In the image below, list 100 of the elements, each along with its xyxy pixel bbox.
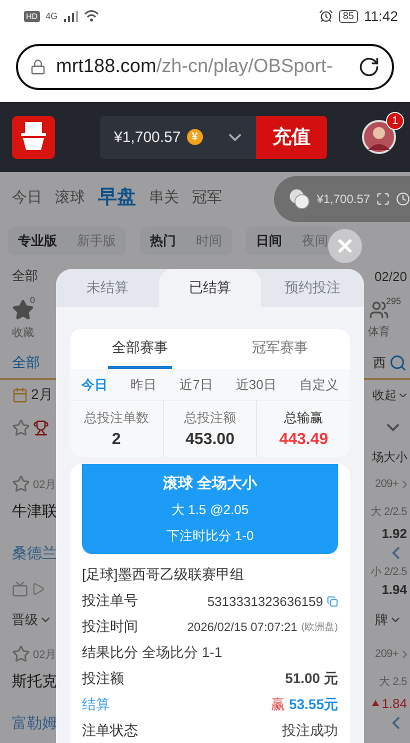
period-tab[interactable]: 昨日 [126, 374, 161, 396]
hd-label: HD [24, 10, 40, 22]
search-icon [389, 354, 407, 372]
odds-line: 小 2/2.5 [370, 564, 407, 578]
summary-value: 453.00 [186, 431, 234, 449]
field-label: 注单状态 [82, 722, 138, 740]
close-icon [337, 238, 353, 254]
market-count[interactable]: 209+ [375, 478, 399, 490]
favorites-label[interactable]: 收藏 [12, 325, 34, 340]
chevron-right-icon [402, 650, 407, 658]
collapse-label[interactable]: 收起 [372, 386, 396, 404]
close-button[interactable] [328, 229, 362, 263]
dialog-tab[interactable]: 已结算 [158, 269, 262, 307]
filter-dropdown[interactable]: 晋级 [12, 611, 38, 629]
summary-value: 2 [112, 431, 121, 449]
chevron-left-icon [392, 716, 400, 730]
copy-icon [327, 596, 338, 606]
field-label: 投注单号 [82, 592, 138, 610]
filter-label[interactable]: 全部 [12, 267, 38, 285]
market-count[interactable]: 209+ [375, 648, 399, 660]
odds-value[interactable]: 1.94 [382, 582, 407, 596]
match-date: 02月 [33, 648, 56, 662]
bet-status: 投注成功 [282, 722, 338, 740]
calendar-icon [12, 387, 28, 403]
chevron-icon [41, 617, 50, 623]
toggle-option[interactable]: 日间 [246, 232, 292, 250]
nav-tab[interactable]: 串关 [149, 188, 179, 206]
sport-label[interactable]: 体育 [368, 324, 390, 339]
category-tab[interactable]: 西 [373, 354, 386, 372]
lock-icon [30, 59, 46, 75]
odds-type: (欧洲盘) [301, 620, 338, 634]
wifi-icon [84, 10, 99, 22]
field-label: 投注时间 [82, 618, 138, 636]
league-name: [足球]墨西哥乙级联赛甲组 [82, 566, 244, 584]
toggle-option[interactable]: 专业版 [8, 232, 67, 250]
balance-display[interactable]: ¥1,700.57 ¥ [100, 116, 256, 158]
team-name[interactable]: 桑德兰 [12, 544, 57, 562]
star-icon [12, 645, 30, 663]
score-at-bet: 下注时比分 1-0 [166, 526, 254, 544]
filter-dropdown[interactable]: 牌 [375, 611, 388, 629]
dialog-tab[interactable]: 未结算 [56, 269, 159, 307]
chevron-left-icon [392, 546, 400, 560]
summary-value: 443.49 [279, 431, 328, 449]
sport-count: 295 [386, 296, 402, 306]
bet-odds: @2.05 [210, 502, 249, 517]
period-tab[interactable]: 今日 [78, 374, 112, 396]
bet-selection: 大 1.5 [171, 500, 206, 518]
field-label: 结算 [82, 696, 110, 714]
match-date: 02月 [33, 478, 56, 492]
favorite-count: 0 [30, 295, 36, 305]
alarm-icon [318, 9, 333, 23]
odds-value[interactable]: 1.92 [382, 526, 407, 540]
nav-tab[interactable]: 今日 [12, 188, 42, 206]
summary-label: 总投注单数 [84, 409, 149, 427]
team-name: 斯托克 [12, 672, 57, 690]
team-name: 牛津联 [12, 502, 57, 520]
up-arrow-icon [372, 700, 379, 706]
deposit-button[interactable]: 充值 [256, 116, 327, 158]
dialog-tab[interactable]: 预约投注 [261, 269, 364, 307]
play-icon [31, 582, 45, 596]
tv-icon [12, 581, 28, 597]
signal-icon [64, 10, 78, 22]
result-tag: 赢 [270, 696, 285, 714]
bet-market: 滚球 全场大小 [162, 474, 258, 492]
reload-icon[interactable] [358, 56, 380, 78]
star-icon [12, 475, 30, 493]
nav-tab[interactable]: 早盘 [98, 184, 136, 210]
caret-icon [399, 392, 407, 398]
logo-icon[interactable] [12, 116, 55, 158]
expand-icon[interactable] [376, 191, 390, 207]
month-label: 2月 [31, 386, 53, 404]
odds-value[interactable]: 1.84 [382, 696, 407, 710]
bet-number: 5313331323636159 [207, 594, 323, 608]
chevron-icon [391, 617, 400, 623]
nav-tab[interactable]: 冠军 [192, 188, 222, 206]
chevron-icon [386, 423, 400, 432]
field-label: 投注额 [82, 670, 124, 688]
field-label: 结果比分 [82, 644, 138, 662]
clock-icon[interactable] [396, 191, 410, 207]
network-label: 4G [46, 11, 58, 21]
payout-amount: 53.55元 [288, 696, 338, 714]
nav-tab[interactable]: 滚球 [55, 188, 85, 206]
period-tab[interactable]: 近7日 [176, 374, 217, 396]
category-tab[interactable]: 全部 [12, 354, 40, 372]
market-label: 场大小 [372, 449, 407, 466]
battery-level: 85 [338, 10, 358, 22]
period-tab[interactable]: 近30日 [232, 374, 280, 396]
odds-line: 大 2.5 [379, 674, 407, 688]
summary-label: 总输赢 [284, 409, 324, 427]
trophy-icon [33, 420, 49, 436]
address-field[interactable]: mrt188.com/zh-cn/play/OBSport- [16, 44, 394, 90]
star-icon [12, 418, 30, 436]
wallet-pill[interactable]: ¥1,700.57 [274, 176, 410, 222]
result-score: 全场比分 1-1 [142, 644, 222, 662]
wallet-balance: ¥1,700.57 [316, 192, 370, 206]
toggle-option[interactable]: 热门 [140, 232, 186, 250]
period-tab[interactable]: 自定义 [295, 374, 342, 396]
team-name[interactable]: 富勒姆 [12, 714, 57, 732]
bet-amount: 51.00 元 [285, 670, 338, 688]
bet-time: 2026/02/15 07:07:21 [187, 620, 298, 634]
